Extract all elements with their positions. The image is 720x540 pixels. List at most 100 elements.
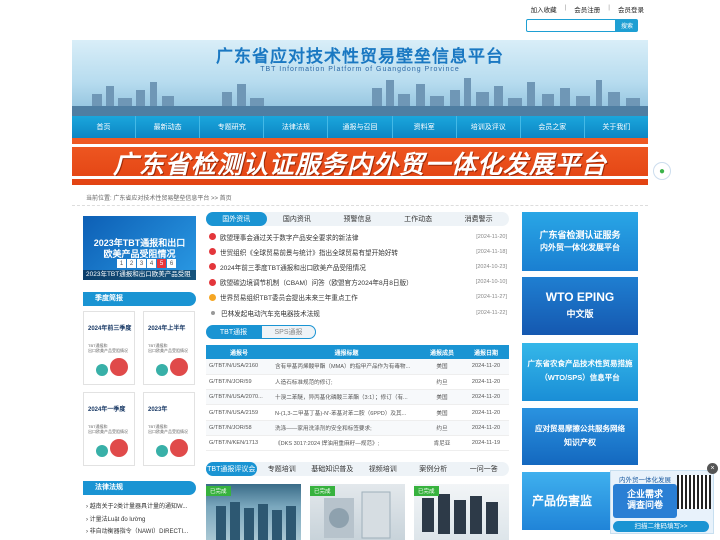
news-title[interactable]: 世界贸易组织TBT委员会提出未来三年重点工作 xyxy=(220,292,467,302)
survey-popup[interactable]: × 内外贸一体化发展 企业需求 调查问卷 扫描二维码填写>> xyxy=(610,463,718,534)
city-skyline-image xyxy=(72,78,648,116)
register-link[interactable]: 会员注册 xyxy=(570,4,604,16)
decoration xyxy=(110,439,128,457)
list-item[interactable]: 世贸组织《全球贸易前景与统计》指出全球贸易有望开始好转 [2024-11-18] xyxy=(209,244,507,259)
list-item[interactable]: 巴林发起电动汽车充电器技术法规 [2024-11-22] xyxy=(209,305,507,320)
law-link[interactable]: 计量法Luật đo lường xyxy=(90,517,146,523)
survey-scan-button[interactable]: 扫描二维码填写>> xyxy=(613,521,709,532)
ad-trade-friction[interactable]: 应对贸易摩擦公共服务网络 知识产权 xyxy=(522,408,638,465)
add-favorite-link[interactable]: 加入收藏 xyxy=(527,4,561,16)
list-item[interactable]: › 计量法Luật đo lường xyxy=(86,514,188,527)
nav-item-news[interactable]: 最新动态 xyxy=(136,116,201,138)
tab-work-updates[interactable]: 工作动态 xyxy=(388,212,449,226)
list-item[interactable]: 欧盟理事会通过关于数字产品安全要求的新法律 [2024-11-20] xyxy=(209,229,507,244)
table-row[interactable]: G/TBT/N/JOR/58 洗涤——家用洗涤剂的安全和标签要求; 约旦 202… xyxy=(206,420,509,436)
nav-item-members[interactable]: 会员之家 xyxy=(521,116,585,138)
report-title: 2023年 xyxy=(148,407,168,413)
search-input[interactable] xyxy=(526,19,616,32)
ad-wto-eping[interactable]: WTO EPING 中文版 xyxy=(522,277,638,335)
cell-title[interactable]: N-(1,3-二甲基丁基)-N'-苯基对苯二胺（6PPD）及其... xyxy=(272,404,421,421)
main-nav: 首页 最新动态 专题研究 法律法规 通报与召回 资料室 培训及评议 会员之家 关… xyxy=(72,116,648,138)
nav-item-training[interactable]: 培训及评议 xyxy=(457,116,521,138)
report-thumbnail[interactable]: 2024年一季度 TBT通报和 出口欧美产品受阻情况 xyxy=(83,392,135,466)
survey-title: 企业需求 调查问卷 xyxy=(613,484,677,518)
nav-item-about[interactable]: 关于我们 xyxy=(585,116,648,138)
slide-caption[interactable]: 2023年TBT通报和出口欧美产品受阻 xyxy=(83,270,196,280)
slide-page[interactable]: 2 xyxy=(127,259,136,268)
slide-page[interactable]: 1 xyxy=(117,259,126,268)
ad-sps-platform[interactable]: 广东省农食产品技术性贸易措施 （WTO/SPS）信息平台 xyxy=(522,343,638,401)
tab-case-study[interactable]: 案例分析 xyxy=(408,462,459,476)
ad-line2: 中文版 xyxy=(566,309,594,319)
nav-item-home[interactable]: 首页 xyxy=(72,116,137,138)
training-image[interactable]: 已完成 xyxy=(206,484,301,540)
news-title[interactable]: 巴林发起电动汽车充电器技术法规 xyxy=(221,308,467,318)
login-link[interactable]: 会员登录 xyxy=(614,4,648,16)
tab-special-training[interactable]: 专题培训 xyxy=(257,462,308,476)
training-image[interactable]: 已完成 xyxy=(310,484,405,540)
list-item[interactable]: › 越南关于2类计量器具计量的通知W... xyxy=(86,501,188,514)
tab-foreign-news[interactable]: 国外资讯 xyxy=(206,212,267,226)
report-title: 2024年前三季度 xyxy=(88,326,132,332)
new-badge-icon xyxy=(209,293,216,301)
tbt-table: 通报号 通报标题 通报成员 通报日期 G/TBT/N/USA/2160 含有甲基… xyxy=(206,345,509,452)
tab-warnings[interactable]: 预警信息 xyxy=(327,212,388,226)
news-title[interactable]: 世贸组织《全球贸易前景与统计》指出全球贸易有望开始好转 xyxy=(220,247,467,257)
list-item[interactable]: 欧盟碳边境调节机制（CBAM）问答（欧盟官方2024年8月8日版） [2024-1… xyxy=(209,275,507,290)
report-slideshow[interactable]: 2023年TBT通报和出口 欧美产品受阻情况 1 2 3 4 5 6 2023年T… xyxy=(83,216,196,280)
report-thumbnail[interactable]: 2024年上半年 TBT通报和 出口欧美产品受阻情况 xyxy=(143,311,195,385)
tab-tbt[interactable]: TBT通报 xyxy=(206,325,261,339)
cell-title[interactable]: 洗涤——家用洗涤剂的安全和标签要求; xyxy=(272,420,421,436)
list-item[interactable]: › 非自动衡器指令（NAWI）DIRECTI... xyxy=(86,526,188,539)
wechat-icon[interactable]: ● xyxy=(653,162,671,180)
news-title[interactable]: 欧盟理事会通过关于数字产品安全要求的新法律 xyxy=(220,232,467,242)
law-link[interactable]: 非自动衡器指令（NAWI）DIRECTI... xyxy=(90,529,188,535)
tab-video-training[interactable]: 视频培训 xyxy=(358,462,409,476)
table-row[interactable]: G/TBT/N/JOR/59 人造石标准规范的修订; 约旦 2024-11-20 xyxy=(206,374,509,391)
tab-sps[interactable]: SPS通报 xyxy=(261,325,316,339)
news-list: 欧盟理事会通过关于数字产品安全要求的新法律 [2024-11-20] 世贸组织《全… xyxy=(209,229,507,320)
nav-item-notifications[interactable]: 通报与召回 xyxy=(328,116,393,138)
cell-member: 肯尼亚 xyxy=(421,435,463,452)
close-icon[interactable]: × xyxy=(707,463,718,474)
table-row[interactable]: G/TBT/N/USA/2070... 十溴二苯醚，异丙基化磷酸三苯酯（3:1）… xyxy=(206,389,509,406)
list-item[interactable]: 世界贸易组织TBT委员会提出未来三年重点工作 [2024-11-27] xyxy=(209,290,507,305)
list-item[interactable]: 2024年前三季度TBT通报和出口欧美产品受阻情况 [2024-10-23] xyxy=(209,259,507,274)
law-link[interactable]: 越南关于2类计量器具计量的通知W... xyxy=(90,504,188,510)
promo-line-bottom xyxy=(72,176,648,179)
tab-basics[interactable]: 基础知识普及 xyxy=(307,462,358,476)
training-image[interactable]: 已完成 xyxy=(414,484,509,540)
nav-item-research[interactable]: 专题研究 xyxy=(200,116,265,138)
ad-testing-platform[interactable]: 广东省检测认证服务 内外贸一体化发展平台 xyxy=(522,212,638,271)
promo-banner[interactable]: 广东省检测认证服务内外贸一体化发展平台 xyxy=(72,138,648,185)
tab-consumer-alerts[interactable]: 消费警示 xyxy=(448,212,509,226)
nav-item-laws[interactable]: 法律法规 xyxy=(264,116,329,138)
table-row[interactable]: G/TBT/N/USA/2160 含有甲基丙烯酸甲酯（MMA）的指甲产品作为有毒… xyxy=(206,359,509,375)
slide-page[interactable]: 6 xyxy=(167,259,176,268)
slide-page-active[interactable]: 5 xyxy=(157,259,166,268)
slide-page[interactable]: 3 xyxy=(137,259,146,268)
news-title[interactable]: 2024年前三季度TBT通报和出口欧美产品受阻情况 xyxy=(220,262,467,272)
cell-number: G/TBT/N/JOR/58 xyxy=(206,420,272,436)
report-thumbnail[interactable]: 2023年 TBT通报和 出口欧美产品受阻情况 xyxy=(143,392,195,466)
report-thumbnail[interactable]: 2024年前三季度 TBT通报和 出口欧美产品受阻情况 xyxy=(83,311,135,385)
cell-title[interactable]: 人造石标准规范的修订; xyxy=(272,374,421,391)
decoration xyxy=(170,439,188,457)
cell-title[interactable]: 《DKS 3017:2024 焊油用重麻籽—规范》; xyxy=(272,435,421,452)
news-title[interactable]: 欧盟碳边境调节机制（CBAM）问答（欧盟官方2024年8月8日版） xyxy=(220,277,467,287)
table-row[interactable]: G/TBT/N/KEN/1713 《DKS 3017:2024 焊油用重麻籽—规… xyxy=(206,435,509,452)
search-button[interactable]: 搜索 xyxy=(616,19,638,32)
tab-tbt-review[interactable]: TBT通报评议会 xyxy=(206,462,257,476)
tab-qa[interactable]: 一问一答 xyxy=(459,462,510,476)
cell-member: 约旦 xyxy=(421,420,463,436)
cell-title[interactable]: 十溴二苯醚，异丙基化磷酸三苯酯（3:1）；修订（有... xyxy=(272,389,421,406)
decoration xyxy=(170,358,188,376)
cell-title[interactable]: 含有甲基丙烯酸甲酯（MMA）的指甲产品作为有毒物... xyxy=(272,359,421,375)
nav-item-library[interactable]: 资料室 xyxy=(393,116,457,138)
slide-page[interactable]: 4 xyxy=(147,259,156,268)
table-row[interactable]: G/TBT/N/USA/2159 N-(1,3-二甲基丁基)-N'-苯基对苯二胺… xyxy=(206,404,509,421)
fire-icon xyxy=(209,263,216,271)
qr-code-icon xyxy=(677,475,711,509)
tab-domestic-news[interactable]: 国内资讯 xyxy=(267,212,328,226)
decoration xyxy=(156,445,168,457)
